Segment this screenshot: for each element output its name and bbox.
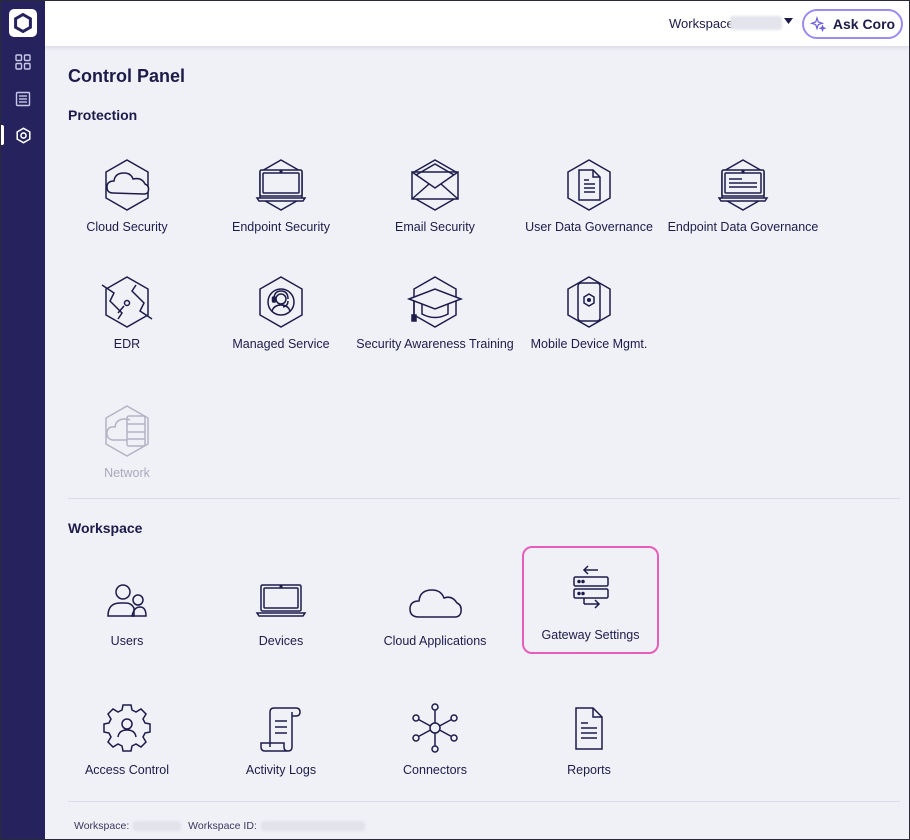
dashboard-icon[interactable]: [11, 50, 35, 74]
list-icon[interactable]: [11, 87, 35, 111]
tile-label: Security Awareness Training: [356, 337, 514, 351]
footer: Workspace: Workspace ID:: [74, 820, 369, 832]
tile-managed-service[interactable]: Managed Service: [206, 261, 356, 361]
tile-label: Endpoint Security: [232, 220, 330, 234]
tile-endpoint-data-governance[interactable]: Endpoint Data Governance: [668, 144, 818, 244]
ask-coro-button[interactable]: Ask Coro: [802, 9, 903, 39]
tile-label: Cloud Security: [86, 220, 168, 234]
tile-edr[interactable]: EDR: [52, 261, 202, 361]
tile-label: Cloud Applications: [383, 634, 487, 648]
email-security-icon: [406, 156, 464, 214]
endpoint-data-governance-icon: [714, 156, 772, 214]
workspace-dropdown-chevron-icon[interactable]: [784, 18, 793, 25]
user-data-governance-icon: [560, 156, 618, 214]
mobile-device-mgmt-icon: [560, 273, 618, 331]
workspace-section-title: Workspace: [68, 520, 143, 536]
endpoint-security-icon: [252, 156, 310, 214]
tile-label: Endpoint Data Governance: [667, 220, 819, 234]
sparkle-icon: [809, 16, 826, 32]
tile-network: Network: [52, 390, 202, 490]
control-panel-icon[interactable]: [11, 123, 35, 147]
tile-access-control[interactable]: Access Control: [52, 687, 202, 787]
access-control-icon: [98, 699, 156, 757]
tile-endpoint-security[interactable]: Endpoint Security: [206, 144, 356, 244]
protection-section-title: Protection: [68, 107, 138, 123]
tile-label: Reports: [567, 763, 611, 777]
footer-divider: [68, 801, 900, 802]
tile-label: Connectors: [403, 763, 467, 777]
tile-security-awareness-training[interactable]: Security Awareness Training: [356, 261, 514, 361]
tile-label: User Data Governance: [525, 220, 653, 234]
tile-label: Managed Service: [232, 337, 330, 351]
tile-label: Mobile Device Mgmt.: [530, 337, 648, 351]
workspace-label: Workspace:: [669, 16, 738, 31]
tile-label: Access Control: [84, 763, 170, 777]
users-icon: [98, 570, 156, 628]
network-icon: [98, 402, 156, 460]
gateway-settings-icon: [562, 557, 620, 615]
tile-email-security[interactable]: Email Security: [360, 144, 510, 244]
footer-workspace-label: Workspace:: [74, 820, 130, 832]
sidebar-active-indicator: [1, 125, 4, 145]
tile-label: Gateway Settings: [541, 628, 640, 642]
managed-service-icon: [252, 273, 310, 331]
coro-logo[interactable]: [9, 9, 37, 37]
tile-label: Users: [110, 634, 144, 648]
app-frame: Workspace: Ask Coro Control Panel Protec…: [0, 0, 910, 840]
tile-gateway-settings[interactable]: Gateway Settings: [522, 546, 659, 654]
tile-users[interactable]: Users: [52, 558, 202, 658]
security-awareness-training-icon: [406, 273, 464, 331]
cloud-applications-icon: [406, 570, 464, 628]
tile-label: Activity Logs: [245, 763, 317, 777]
footer-workspace-redacted: [133, 821, 182, 832]
footer-workspace-id-label: Workspace ID:: [188, 820, 257, 832]
connectors-icon: [406, 699, 464, 757]
reports-icon: [560, 699, 618, 757]
tile-mobile-device-mgmt[interactable]: Mobile Device Mgmt.: [514, 261, 664, 361]
tile-user-data-governance[interactable]: User Data Governance: [514, 144, 664, 244]
page-title: Control Panel: [68, 66, 186, 86]
sidebar: [1, 1, 45, 839]
tile-label: Network: [104, 466, 150, 480]
cloud-security-icon: [98, 156, 156, 214]
devices-icon: [252, 570, 310, 628]
section-divider: [68, 498, 900, 499]
activity-logs-icon: [252, 699, 310, 757]
tile-cloud-security[interactable]: Cloud Security: [52, 144, 202, 244]
tile-label: EDR: [113, 337, 141, 351]
tile-reports[interactable]: Reports: [514, 687, 664, 787]
top-bar: Workspace: Ask Coro: [45, 1, 909, 46]
tile-label: Devices: [258, 634, 304, 648]
tile-devices[interactable]: Devices: [206, 558, 356, 658]
tile-cloud-applications[interactable]: Cloud Applications: [360, 558, 510, 658]
footer-workspace-id-redacted: [260, 821, 365, 832]
tile-label: Email Security: [395, 220, 475, 234]
ask-coro-label: Ask Coro: [832, 16, 896, 32]
tile-connectors[interactable]: Connectors: [360, 687, 510, 787]
edr-icon: [98, 273, 156, 331]
workspace-name-redacted[interactable]: [730, 16, 782, 30]
tile-activity-logs[interactable]: Activity Logs: [206, 687, 356, 787]
